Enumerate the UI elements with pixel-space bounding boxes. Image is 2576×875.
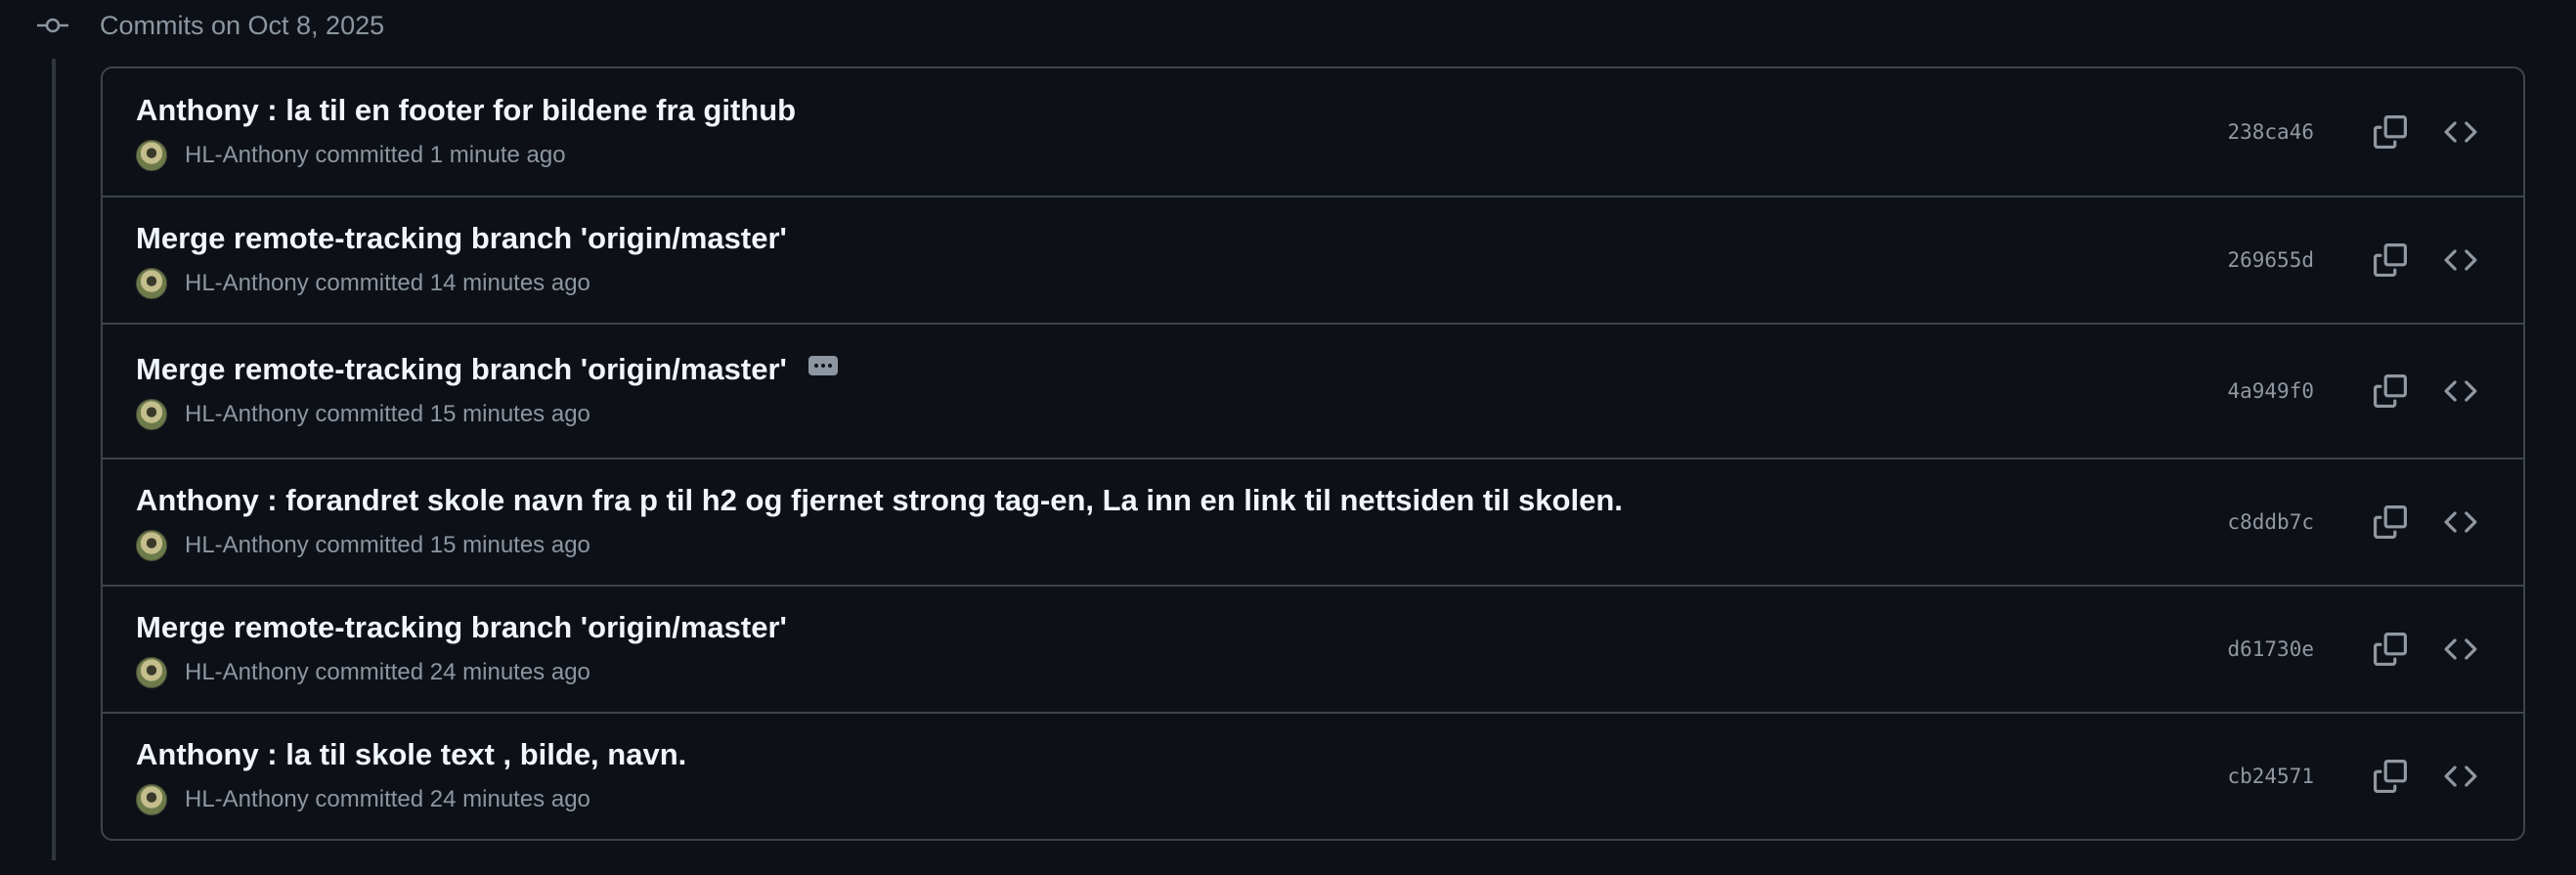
copy-icon[interactable] — [2369, 239, 2412, 282]
commit-time — [309, 401, 316, 428]
commit-time — [309, 270, 316, 297]
commit-actions: cb24571 — [2227, 714, 2482, 839]
avatar[interactable] — [136, 268, 167, 299]
commit-info: Merge remote-tracking branch 'origin/mas… — [136, 197, 787, 323]
commit-meta: HL-Anthony committed 14 minutes ago — [136, 268, 787, 299]
commit-info: Merge remote-tracking branch 'origin/mas… — [136, 587, 787, 712]
code-icon[interactable] — [2439, 628, 2482, 671]
author-link[interactable]: HL-Anthony — [185, 659, 309, 686]
commit-row: Merge remote-tracking branch 'origin/mas… — [103, 585, 2523, 712]
commit-title-link[interactable]: Anthony : la til en footer for bildene f… — [136, 93, 796, 128]
code-icon[interactable] — [2439, 501, 2482, 544]
copy-icon[interactable] — [2369, 755, 2412, 798]
avatar[interactable] — [136, 784, 167, 815]
committed-text: committed 24 minutes ago — [315, 786, 590, 812]
commit-meta: HL-Anthony committed 24 minutes ago — [136, 657, 787, 688]
commit-row: Anthony : forandret skole navn fra p til… — [103, 458, 2523, 585]
commit-actions: d61730e — [2227, 587, 2482, 712]
code-icon[interactable] — [2439, 755, 2482, 798]
commit-title-line: Anthony : la til en footer for bildene f… — [136, 93, 796, 128]
commit-group-header: Commits on Oct 8, 2025 — [35, 6, 384, 45]
code-icon[interactable] — [2439, 239, 2482, 282]
commit-sha-link[interactable]: 269655d — [2227, 248, 2314, 272]
committed-text: committed 1 minute ago — [315, 142, 566, 168]
commit-meta: HL-Anthony committed 15 minutes ago — [136, 530, 1623, 561]
commit-row: Anthony : la til skole text , bilde, nav… — [103, 712, 2523, 839]
commit-sha-link[interactable]: 238ca46 — [2227, 120, 2314, 144]
copy-icon[interactable] — [2369, 370, 2412, 413]
committed-text: committed 15 minutes ago — [315, 401, 590, 427]
copy-icon[interactable] — [2369, 501, 2412, 544]
commit-title-line: Merge remote-tracking branch 'origin/mas… — [136, 221, 787, 256]
commit-title-line: Merge remote-tracking branch 'origin/mas… — [136, 352, 838, 387]
author-link[interactable]: HL-Anthony — [185, 401, 309, 428]
commit-title-line: Anthony : forandret skole navn fra p til… — [136, 483, 1623, 518]
commit-row: Anthony : la til en footer for bildene f… — [103, 68, 2523, 196]
commit-time — [309, 532, 316, 559]
git-commit-icon — [35, 8, 70, 43]
commit-actions: 4a949f0 — [2227, 325, 2482, 458]
commit-sha-link[interactable]: 4a949f0 — [2227, 379, 2314, 403]
commit-time — [309, 659, 316, 686]
commit-sha-link[interactable]: cb24571 — [2227, 765, 2314, 788]
copy-icon[interactable] — [2369, 628, 2412, 671]
avatar[interactable] — [136, 530, 167, 561]
author-link[interactable]: HL-Anthony — [185, 786, 309, 813]
author-link[interactable]: HL-Anthony — [185, 142, 309, 169]
avatar[interactable] — [136, 399, 167, 430]
commit-meta: HL-Anthony committed 1 minute ago — [136, 140, 796, 171]
commit-actions: c8ddb7c — [2227, 459, 2482, 585]
commit-group-title: Commits on Oct 8, 2025 — [100, 10, 385, 40]
commit-meta: HL-Anthony committed 15 minutes ago — [136, 399, 838, 430]
code-icon[interactable] — [2439, 110, 2482, 153]
commits-page: Commits on Oct 8, 2025 Anthony : la til … — [0, 0, 2576, 875]
commit-title-line: Anthony : la til skole text , bilde, nav… — [136, 737, 686, 772]
ellipsis-icon[interactable] — [808, 356, 838, 375]
commit-info: Anthony : forandret skole navn fra p til… — [136, 459, 1623, 585]
commit-info: Merge remote-tracking branch 'origin/mas… — [136, 325, 838, 458]
committed-text: committed 15 minutes ago — [315, 532, 590, 558]
code-icon[interactable] — [2439, 370, 2482, 413]
commit-title-link[interactable]: Anthony : la til skole text , bilde, nav… — [136, 737, 686, 772]
commit-title-link[interactable]: Merge remote-tracking branch 'origin/mas… — [136, 221, 787, 256]
author-link[interactable]: HL-Anthony — [185, 270, 309, 297]
commit-row: Merge remote-tracking branch 'origin/mas… — [103, 196, 2523, 323]
commit-info: Anthony : la til en footer for bildene f… — [136, 68, 796, 196]
avatar[interactable] — [136, 657, 167, 688]
commit-actions: 238ca46 — [2227, 68, 2482, 196]
author-link[interactable]: HL-Anthony — [185, 532, 309, 559]
commit-info: Anthony : la til skole text , bilde, nav… — [136, 714, 686, 839]
avatar[interactable] — [136, 140, 167, 171]
commit-title-link[interactable]: Merge remote-tracking branch 'origin/mas… — [136, 352, 787, 387]
commit-sha-link[interactable]: c8ddb7c — [2227, 510, 2314, 534]
commit-title-link[interactable]: Anthony : forandret skole navn fra p til… — [136, 483, 1623, 518]
commit-time — [309, 142, 316, 169]
commit-title-link[interactable]: Merge remote-tracking branch 'origin/mas… — [136, 610, 787, 645]
commit-row: Merge remote-tracking branch 'origin/mas… — [103, 323, 2523, 458]
copy-icon[interactable] — [2369, 110, 2412, 153]
committed-text: committed 14 minutes ago — [315, 270, 590, 296]
commit-list: Anthony : la til en footer for bildene f… — [101, 66, 2525, 841]
committed-text: committed 24 minutes ago — [315, 659, 590, 685]
commit-meta: HL-Anthony committed 24 minutes ago — [136, 784, 686, 815]
commit-sha-link[interactable]: d61730e — [2227, 637, 2314, 661]
commit-actions: 269655d — [2227, 197, 2482, 323]
commit-title-line: Merge remote-tracking branch 'origin/mas… — [136, 610, 787, 645]
commit-time — [309, 786, 316, 813]
timeline-line — [52, 59, 56, 860]
